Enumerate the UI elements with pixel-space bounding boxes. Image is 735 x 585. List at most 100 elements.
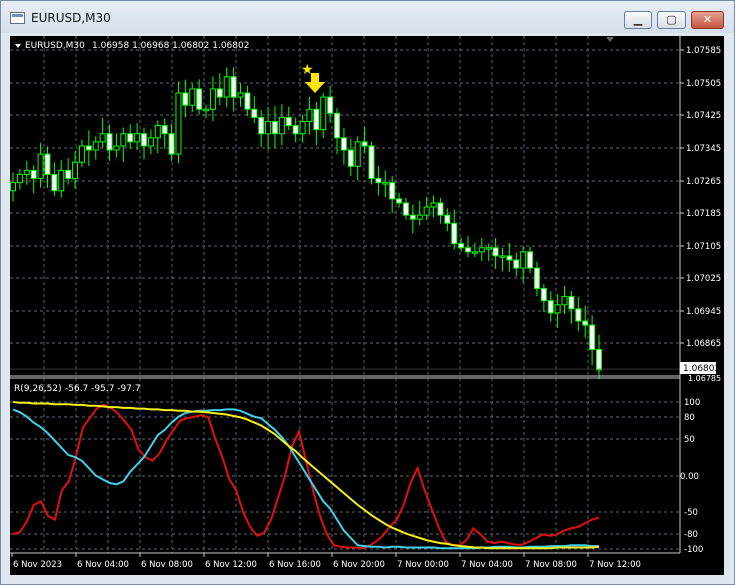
- candle-body: [409, 214, 416, 220]
- candle-body: [230, 76, 237, 98]
- symbol-label: EURUSD,M30: [25, 41, 85, 51]
- indicator-lines: [12, 401, 600, 550]
- time-tick-label: 6 Nov 2023: [13, 560, 62, 570]
- price-chart-area[interactable]: EURUSD,M30 1.06958 1.06968 1.06802 1.068…: [10, 36, 724, 575]
- candle-body: [458, 243, 465, 249]
- candle-body: [258, 116, 265, 135]
- time-tick-label: 6 Nov 04:00: [77, 560, 129, 570]
- candle-body: [568, 296, 575, 310]
- candle-body: [182, 92, 189, 106]
- candle-body: [44, 153, 51, 175]
- candle-body: [430, 202, 437, 208]
- candle-body: [216, 88, 223, 98]
- candle-body: [58, 169, 65, 192]
- candle-body: [554, 304, 561, 314]
- candle-body: [437, 202, 444, 216]
- candle-body: [478, 247, 485, 253]
- candle-body: [99, 133, 106, 143]
- candle-body: [575, 308, 582, 322]
- candle-body: [540, 287, 547, 302]
- price-tick-label: 1.07105: [686, 242, 721, 252]
- indicator-values: -56.7 -95.7 -97.7: [65, 384, 141, 394]
- candle-body: [354, 141, 361, 167]
- candle-body: [72, 161, 79, 180]
- candle-body: [23, 169, 30, 175]
- candle-body: [10, 182, 16, 192]
- candle-body: [340, 137, 347, 151]
- candle-body: [168, 133, 175, 155]
- candle-body: [292, 125, 299, 135]
- price-tick-label: 1.06945: [686, 307, 721, 317]
- candle-body: [244, 92, 251, 110]
- time-tick-label: 6 Nov 20:00: [333, 560, 385, 570]
- candle-body: [520, 251, 527, 269]
- chart-shift-marker[interactable]: [606, 37, 614, 42]
- price-tick-label: 1.07585: [686, 46, 721, 56]
- candle-body: [265, 121, 272, 135]
- candle-body: [134, 133, 141, 143]
- candle-body: [147, 137, 154, 147]
- candle-body: [527, 251, 534, 269]
- candle-body: [451, 222, 458, 245]
- candle-body: [113, 145, 120, 151]
- candle-body: [51, 173, 58, 192]
- candle-body: [506, 255, 513, 261]
- price-tick-label: 1.07185: [686, 209, 721, 219]
- candle-body: [209, 88, 216, 110]
- chart-canvas[interactable]: EURUSD,M30 1.06958 1.06968 1.06802 1.068…: [10, 36, 724, 575]
- candle-body: [375, 178, 382, 184]
- candle-body: [334, 112, 341, 139]
- candle-body: [347, 149, 354, 167]
- candle-body: [485, 247, 492, 250]
- candle-body: [161, 125, 168, 135]
- candle-body: [444, 214, 451, 224]
- candle-body: [582, 320, 589, 326]
- current-price-label: 1.06802: [683, 364, 720, 374]
- candle-body: [85, 145, 92, 151]
- candle-body: [127, 133, 134, 143]
- price-tick-label: 1.07265: [686, 177, 721, 187]
- candle-body: [589, 324, 596, 351]
- candle-body: [285, 116, 292, 127]
- ohlc-values: 1.06958 1.06968 1.06802 1.06802: [92, 41, 249, 51]
- candle-body: [402, 202, 409, 216]
- indicator-line: [12, 403, 600, 550]
- candle-body: [120, 133, 127, 147]
- indicator-tick-label: 0.00: [680, 472, 699, 482]
- candle-body: [37, 153, 44, 180]
- candle-body: [203, 108, 210, 112]
- triangle-down-icon[interactable]: [15, 44, 21, 48]
- candle-body: [396, 198, 403, 204]
- candle-body: [78, 145, 85, 163]
- candle-body: [513, 259, 520, 269]
- close-button[interactable]: ✕: [691, 11, 724, 29]
- indicator-line: [12, 408, 599, 550]
- candle-body: [561, 296, 568, 306]
- candle-body: [92, 141, 99, 151]
- maximize-button[interactable]: ▢: [657, 11, 686, 29]
- candle-body: [389, 182, 396, 200]
- candle-body: [547, 300, 554, 314]
- candle-body: [382, 182, 389, 185]
- price-tick-label: 1.07345: [686, 144, 721, 154]
- candle-body: [465, 247, 472, 253]
- candle-body: [306, 108, 313, 123]
- candle-body: [189, 88, 196, 106]
- candle-body: [30, 169, 37, 180]
- candle-body: [271, 121, 278, 135]
- minimize-button[interactable]: ▁: [624, 11, 652, 29]
- candle-body: [471, 251, 478, 254]
- candle-body: [320, 96, 327, 131]
- candle-body: [223, 76, 230, 98]
- candle-body: [313, 108, 320, 131]
- candle-body: [196, 88, 203, 110]
- price-tick-label: 1.07505: [686, 79, 721, 89]
- indicator-tick-label: -50: [684, 508, 698, 518]
- candle-body: [299, 121, 306, 135]
- candle-body: [416, 214, 423, 220]
- price-tick-label: 1.07025: [686, 274, 721, 284]
- indicator-tick-label: 100: [684, 398, 700, 408]
- title-bar[interactable]: EURUSD,M30 ▁ ▢ ✕: [1, 1, 734, 33]
- candle-body: [278, 116, 285, 135]
- time-tick-label: 7 Nov 08:00: [525, 560, 577, 570]
